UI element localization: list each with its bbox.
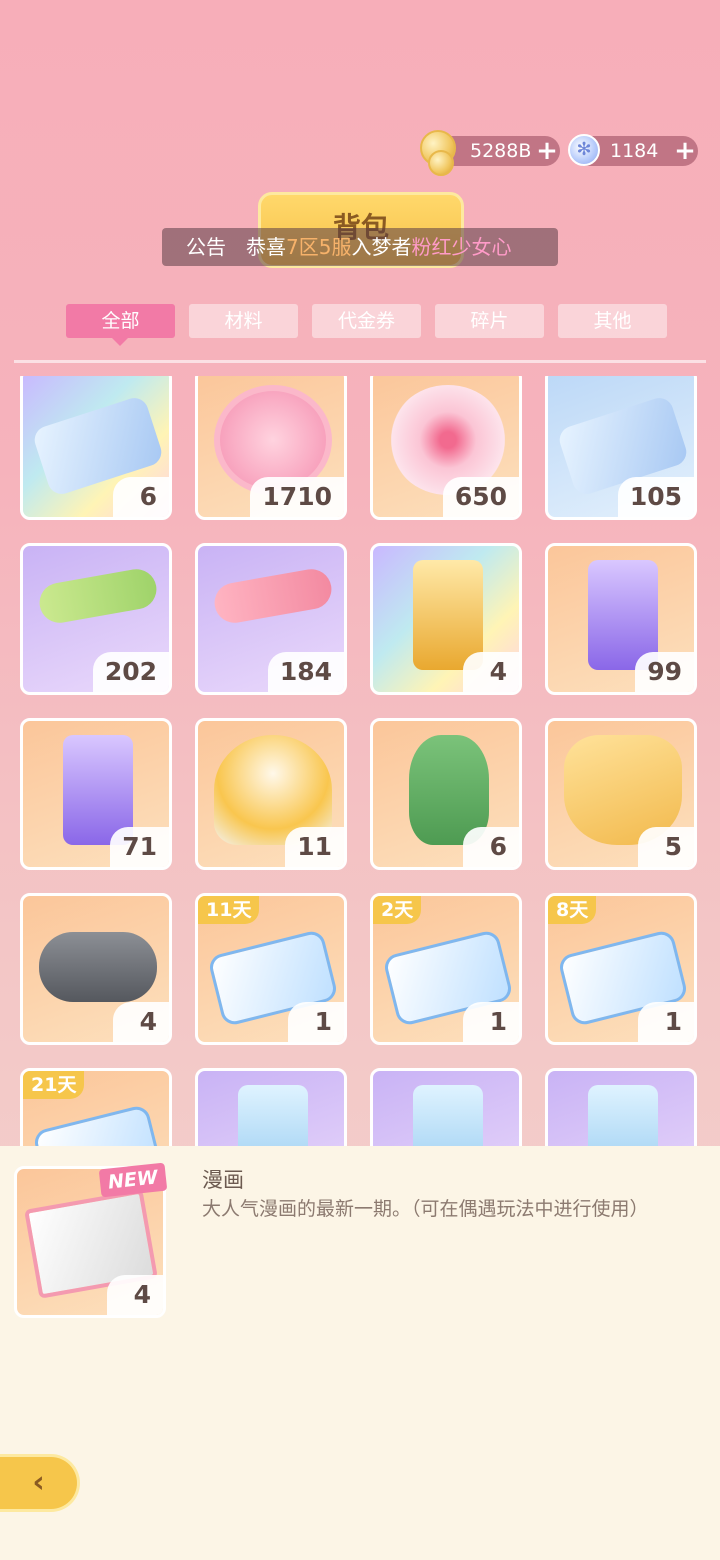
item-count: 650 [442, 477, 519, 517]
pink-paint-roller-icon [211, 566, 335, 626]
inventory-item[interactable]: 105 [545, 376, 697, 520]
item-count: 4 [463, 652, 519, 692]
tab-all[interactable]: 全部 [66, 304, 175, 346]
inventory-item[interactable]: 8天 1 [545, 893, 697, 1045]
expiry-badge: 11天 [198, 896, 260, 924]
coin-stack-icon-2 [428, 150, 454, 176]
item-count: 6 [463, 827, 519, 867]
tab-vouchers[interactable]: 代金券 [312, 304, 421, 338]
category-tabs: 全部 材料 代金券 碎片 其他 [66, 304, 667, 346]
aqua-hourglass-icon [413, 1085, 483, 1146]
back-arrow-icon: ‹ [32, 1465, 45, 1500]
inventory-item[interactable]: 71 [20, 718, 172, 870]
item-name: 漫画 [202, 1168, 244, 1192]
expiry-badge: 8天 [548, 896, 597, 924]
inventory-item[interactable]: 99 [545, 543, 697, 695]
tab-divider [14, 360, 706, 363]
inventory-grid-viewport[interactable]: 6 1710 650 105 202 184 4 99 71 11 6 5 4 … [0, 376, 720, 1146]
inventory-item[interactable]: 4 [20, 893, 172, 1045]
item-description: 大人气漫画的最新一期。（可在偶遇玩法中进行使用） [202, 1198, 649, 1220]
add-gems-button[interactable]: + [672, 136, 698, 166]
item-count: 1710 [250, 477, 344, 517]
item-count: 6 [113, 477, 169, 517]
inventory-item[interactable]: 6 [20, 376, 172, 520]
tab-others[interactable]: 其他 [558, 304, 667, 338]
inventory-item[interactable] [545, 1068, 697, 1146]
notice-text-2: 入梦者 [351, 235, 412, 259]
game-controller-icon [39, 932, 157, 1002]
item-count: 4 [113, 1002, 169, 1042]
inventory-item[interactable]: 2天 1 [370, 893, 522, 1045]
item-count: 1 [288, 1002, 344, 1042]
tab-fragments[interactable]: 碎片 [435, 304, 544, 338]
item-count: 1 [463, 1002, 519, 1042]
aqua-hourglass-icon [588, 1085, 658, 1146]
back-button[interactable]: ‹ [0, 1454, 80, 1512]
inventory-item[interactable]: 650 [370, 376, 522, 520]
item-count: 71 [110, 827, 169, 867]
item-count: 99 [635, 652, 694, 692]
item-count: 11 [285, 827, 344, 867]
item-count: 105 [617, 477, 694, 517]
notice-label: 公告 [186, 235, 226, 259]
item-count: 184 [267, 652, 344, 692]
aqua-hourglass-icon [238, 1085, 308, 1146]
inventory-item[interactable] [370, 1068, 522, 1146]
notice-server: 7区5服 [286, 235, 352, 259]
tab-materials[interactable]: 材料 [189, 304, 298, 338]
inventory-item[interactable]: 11 [195, 718, 347, 870]
expiry-badge: 2天 [373, 896, 422, 924]
item-detail-panel: 4 NEW 漫画 大人气漫画的最新一期。（可在偶遇玩法中进行使用） [0, 1146, 720, 1560]
inventory-item[interactable] [195, 1068, 347, 1146]
inventory-item[interactable]: 202 [20, 543, 172, 695]
inventory-item[interactable]: 4 [370, 543, 522, 695]
green-paint-roller-icon [36, 566, 160, 626]
item-count: 1 [638, 1002, 694, 1042]
inventory-item[interactable]: 184 [195, 543, 347, 695]
add-coins-button[interactable]: + [534, 136, 560, 166]
selected-item-count: 4 [107, 1275, 163, 1315]
inventory-grid: 6 1710 650 105 202 184 4 99 71 11 6 5 4 … [20, 376, 697, 1146]
announcement-banner: 公告 恭喜7区5服入梦者粉红少女心 [162, 228, 558, 266]
inventory-item[interactable]: 6 [370, 718, 522, 870]
inventory-item[interactable]: 11天 1 [195, 893, 347, 1045]
notice-player-name: 粉红少女心 [411, 235, 512, 259]
notice-text-1: 恭喜 [246, 235, 286, 259]
item-count: 5 [638, 827, 694, 867]
inventory-item[interactable]: 5 [545, 718, 697, 870]
sale-coupon-icon [32, 1103, 164, 1146]
inventory-item[interactable]: 1710 [195, 376, 347, 520]
snowflake-gem-icon: ✻ [568, 134, 600, 166]
expiry-badge: 21天 [23, 1071, 85, 1099]
item-count: 202 [92, 652, 169, 692]
inventory-item[interactable]: 21天 [20, 1068, 172, 1146]
